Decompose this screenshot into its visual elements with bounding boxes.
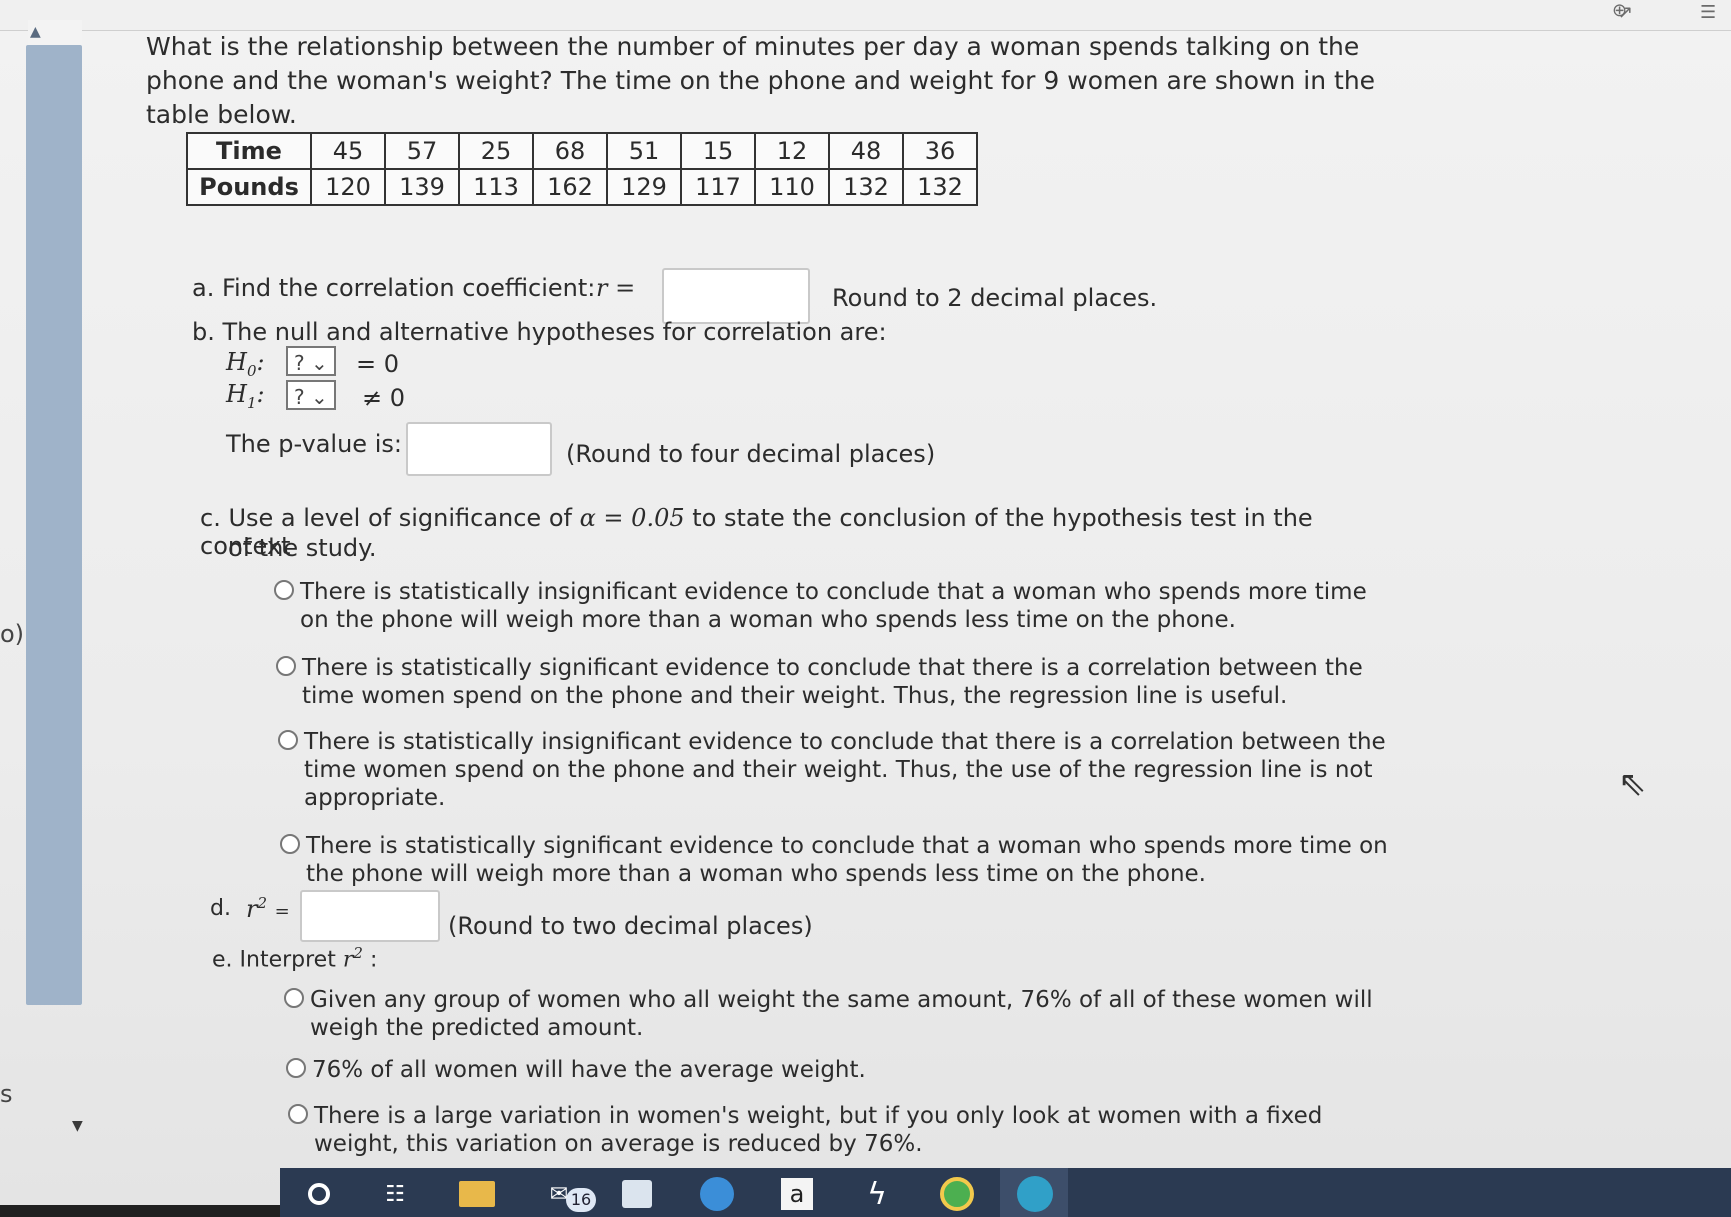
time-cell: 15 bbox=[680, 132, 756, 170]
time-cell: 51 bbox=[606, 132, 682, 170]
part-e-label: e. Interpret r2 : bbox=[212, 944, 378, 973]
part-c-option-3[interactable]: There is statistically insignificant evi… bbox=[304, 728, 1386, 812]
h0-symbol: H0: bbox=[226, 348, 265, 380]
start-circle-icon[interactable] bbox=[300, 1178, 338, 1210]
part-e-option-3[interactable]: There is a large variation in women's we… bbox=[314, 1102, 1322, 1158]
part-e-option-3-radio[interactable] bbox=[288, 1104, 308, 1124]
pounds-cell: 132 bbox=[902, 168, 978, 206]
part-c-option-2[interactable]: There is statistically significant evide… bbox=[302, 654, 1363, 710]
scroll-up-icon[interactable]: ▲ bbox=[30, 24, 41, 40]
pounds-cell: 120 bbox=[310, 168, 386, 206]
correlation-input[interactable] bbox=[662, 268, 810, 324]
pounds-cell: 139 bbox=[384, 168, 460, 206]
part-c-option-4[interactable]: There is statistically significant evide… bbox=[306, 832, 1388, 888]
mouse-cursor-icon: ⇖ bbox=[1618, 764, 1647, 804]
table-row-pounds: Pounds 120 139 113 162 129 117 110 132 1… bbox=[186, 168, 978, 206]
menu-icon[interactable]: ☰ bbox=[1700, 2, 1716, 23]
time-cell: 36 bbox=[902, 132, 978, 170]
alpha-expression: α = 0.05 bbox=[579, 504, 685, 532]
amazon-icon[interactable]: a bbox=[778, 1178, 816, 1210]
part-a-hint: Round to 2 decimal places. bbox=[832, 284, 1158, 312]
edge-label-bottom: s bbox=[0, 1080, 13, 1108]
h0-relation: = 0 bbox=[356, 350, 400, 378]
pvalue-label: The p-value is: bbox=[226, 430, 402, 458]
h1-select[interactable]: ? ⌄ bbox=[286, 380, 336, 410]
part-c-label-line2: of the study. bbox=[228, 534, 377, 562]
pounds-cell: 132 bbox=[828, 168, 904, 206]
pounds-cell: 113 bbox=[458, 168, 534, 206]
row-label-pounds: Pounds bbox=[186, 168, 312, 206]
scroll-down-icon[interactable]: ▼ bbox=[72, 1118, 83, 1134]
row-label-time: Time bbox=[186, 132, 312, 170]
edge-label-top: o) bbox=[0, 620, 25, 648]
pounds-cell: 162 bbox=[532, 168, 608, 206]
data-table: Time 45 57 25 68 51 15 12 48 36 Pounds 1… bbox=[186, 132, 978, 206]
part-d-symbol: r2 = bbox=[246, 894, 290, 923]
h1-symbol: H1: bbox=[226, 380, 265, 412]
task-view-icon[interactable]: ☷ bbox=[376, 1178, 414, 1210]
time-cell: 25 bbox=[458, 132, 534, 170]
time-cell: 57 bbox=[384, 132, 460, 170]
part-c-option-1[interactable]: There is statistically insignificant evi… bbox=[300, 578, 1367, 634]
part-d-label: d. bbox=[210, 896, 231, 921]
file-explorer-icon[interactable] bbox=[458, 1178, 496, 1210]
time-cell: 12 bbox=[754, 132, 830, 170]
mail-badge: 16 bbox=[566, 1188, 596, 1212]
scrollbar-thumb[interactable] bbox=[26, 45, 82, 1005]
question-text: What is the relationship between the num… bbox=[146, 32, 1376, 129]
time-cell: 48 bbox=[828, 132, 904, 170]
lightning-icon[interactable]: ϟ bbox=[858, 1177, 896, 1212]
time-cell: 68 bbox=[532, 132, 608, 170]
part-e-option-2[interactable]: 76% of all women will have the average w… bbox=[312, 1056, 866, 1084]
part-e-option-1[interactable]: Given any group of women who all weight … bbox=[310, 986, 1373, 1042]
part-b-label: b. The null and alternative hypotheses f… bbox=[192, 318, 887, 346]
part-c-option-3-radio[interactable] bbox=[278, 730, 298, 750]
part-e-option-1-radio[interactable] bbox=[284, 988, 304, 1008]
part-a-label: a. Find the correlation coefficient: bbox=[192, 274, 596, 302]
pounds-cell: 129 bbox=[606, 168, 682, 206]
chrome-icon[interactable] bbox=[938, 1177, 976, 1211]
h1-relation: ≠ 0 bbox=[362, 384, 406, 412]
pounds-cell: 110 bbox=[754, 168, 830, 206]
h0-select[interactable]: ? ⌄ bbox=[286, 346, 336, 376]
store-icon[interactable] bbox=[618, 1178, 656, 1210]
chevron-down-icon: ⌄ bbox=[310, 351, 328, 375]
pvalue-hint: (Round to four decimal places) bbox=[566, 440, 936, 468]
monitor-bezel bbox=[0, 1205, 280, 1217]
pvalue-input[interactable] bbox=[406, 422, 552, 476]
chevron-down-icon: ⌄ bbox=[310, 385, 328, 409]
browser-top-bar: ↗ ⊕ ☰ bbox=[0, 0, 1731, 31]
edge-icon[interactable] bbox=[698, 1177, 736, 1211]
part-c-option-2-radio[interactable] bbox=[276, 656, 296, 676]
table-row-time: Time 45 57 25 68 51 15 12 48 36 bbox=[186, 132, 978, 170]
part-c-option-4-radio[interactable] bbox=[280, 834, 300, 854]
browser-icon[interactable] bbox=[1016, 1176, 1054, 1212]
part-e-option-2-radio[interactable] bbox=[286, 1058, 306, 1078]
screen: ↗ ⊕ ☰ ▲ ▼ o) s What is the relationship … bbox=[0, 0, 1731, 1217]
pounds-cell: 117 bbox=[680, 168, 756, 206]
part-a-symbol: r = bbox=[596, 274, 636, 302]
r-squared-input[interactable] bbox=[300, 890, 440, 942]
time-cell: 45 bbox=[310, 132, 386, 170]
zoom-icon[interactable]: ⊕ bbox=[1612, 0, 1627, 21]
part-d-hint: (Round to two decimal places) bbox=[448, 912, 813, 940]
part-c-option-1-radio[interactable] bbox=[274, 580, 294, 600]
